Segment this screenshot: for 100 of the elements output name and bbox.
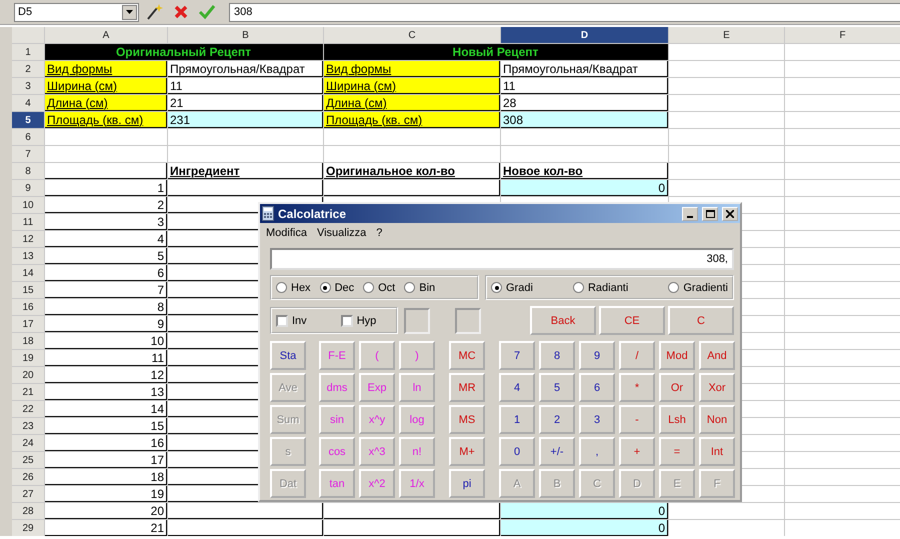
calculator-key[interactable]: 0 bbox=[499, 437, 535, 466]
calculator-key[interactable]: 7 bbox=[499, 341, 535, 370]
calculator-key[interactable]: And bbox=[699, 341, 735, 370]
row-header[interactable]: 20 bbox=[12, 367, 44, 383]
radio-icon[interactable] bbox=[320, 282, 331, 293]
checkbox-option[interactable]: Inv bbox=[276, 314, 307, 326]
checkmark-icon[interactable] bbox=[197, 3, 217, 21]
row-header[interactable]: 9 bbox=[12, 180, 44, 196]
calculator-key[interactable]: 2 bbox=[539, 405, 575, 434]
maximize-icon bbox=[706, 210, 714, 218]
radio-option[interactable]: Radianti bbox=[572, 282, 628, 294]
row-header[interactable]: 19 bbox=[12, 350, 44, 366]
calculator-key[interactable]: , bbox=[579, 437, 615, 466]
calculator-key[interactable]: MS bbox=[449, 405, 485, 434]
row-header[interactable]: 12 bbox=[12, 231, 44, 247]
calculator-key[interactable]: 1 bbox=[499, 405, 535, 434]
row-header[interactable]: 29 bbox=[12, 520, 44, 536]
row-header[interactable]: 18 bbox=[12, 333, 44, 349]
calculator-key[interactable]: pi bbox=[449, 469, 485, 498]
row-header[interactable]: 17 bbox=[12, 316, 44, 332]
minimize-button[interactable] bbox=[682, 206, 698, 220]
row-header[interactable]: 14 bbox=[12, 265, 44, 281]
calculator-key[interactable]: CE bbox=[599, 306, 665, 335]
name-box[interactable]: D5 bbox=[14, 2, 139, 22]
row-header[interactable]: 23 bbox=[12, 418, 44, 434]
calculator-key[interactable]: Non bbox=[699, 405, 735, 434]
row-header[interactable]: 24 bbox=[12, 435, 44, 451]
row-header[interactable]: 5 bbox=[12, 112, 44, 128]
calculator-key[interactable]: / bbox=[619, 341, 655, 370]
calculator-key[interactable]: Lsh bbox=[659, 405, 695, 434]
row-header[interactable]: 27 bbox=[12, 486, 44, 502]
row-header[interactable]: 28 bbox=[12, 503, 44, 519]
column-header[interactable]: B bbox=[168, 27, 323, 43]
calculator-key[interactable]: 9 bbox=[579, 341, 615, 370]
radio-option[interactable]: Dec bbox=[320, 282, 354, 294]
radio-icon[interactable] bbox=[276, 282, 287, 293]
calculator-key[interactable]: C bbox=[668, 306, 734, 335]
column-header[interactable]: E bbox=[669, 27, 784, 43]
calculator-key[interactable]: Mod bbox=[659, 341, 695, 370]
row-header[interactable]: 11 bbox=[12, 214, 44, 230]
calculator-key[interactable]: + bbox=[619, 437, 655, 466]
column-header[interactable]: D bbox=[501, 27, 668, 43]
calculator-key[interactable]: 8 bbox=[539, 341, 575, 370]
menu-item[interactable]: Modifica bbox=[266, 227, 307, 241]
radio-option[interactable]: Hex bbox=[276, 282, 311, 294]
column-header[interactable]: F bbox=[785, 27, 900, 43]
row-header[interactable]: 8 bbox=[12, 163, 44, 179]
radio-icon[interactable] bbox=[363, 282, 374, 293]
row-header[interactable]: 3 bbox=[12, 78, 44, 94]
row-header[interactable]: 4 bbox=[12, 95, 44, 111]
table-cell: 15 bbox=[45, 418, 167, 434]
formula-input[interactable]: 308 bbox=[229, 2, 900, 22]
radio-option[interactable]: Oct bbox=[363, 282, 396, 294]
calculator-key[interactable]: 5 bbox=[539, 373, 575, 402]
calculator-key[interactable]: 6 bbox=[579, 373, 615, 402]
radio-option[interactable]: Bin bbox=[404, 282, 436, 294]
row-header[interactable]: 13 bbox=[12, 248, 44, 264]
calculator-key[interactable]: Int bbox=[699, 437, 735, 466]
calculator-key[interactable]: Xor bbox=[699, 373, 735, 402]
row-header[interactable]: 21 bbox=[12, 384, 44, 400]
checkbox-option[interactable]: Hyp bbox=[340, 314, 376, 326]
maximize-button[interactable] bbox=[702, 206, 718, 220]
column-header[interactable]: C bbox=[324, 27, 500, 43]
row-header[interactable]: 1 bbox=[12, 44, 44, 60]
radio-option[interactable]: Gradienti bbox=[668, 282, 728, 294]
row-header[interactable]: 2 bbox=[12, 61, 44, 77]
radio-icon[interactable] bbox=[668, 282, 680, 293]
calculator-key[interactable]: Sta bbox=[270, 341, 306, 370]
calculator-key[interactable]: Back bbox=[530, 306, 596, 335]
row-header[interactable]: 7 bbox=[12, 146, 44, 162]
wand-icon[interactable] bbox=[145, 3, 165, 21]
calculator-key[interactable]: 4 bbox=[499, 373, 535, 402]
column-header[interactable]: A bbox=[45, 27, 167, 43]
checkbox[interactable] bbox=[276, 314, 288, 326]
calculator-key[interactable]: M+ bbox=[449, 437, 485, 466]
row-header[interactable]: 15 bbox=[12, 282, 44, 298]
row-header[interactable]: 25 bbox=[12, 452, 44, 468]
calculator-key[interactable]: MR bbox=[449, 373, 485, 402]
label-cell: Вид формы bbox=[45, 61, 167, 77]
menu-item[interactable]: ? bbox=[376, 227, 382, 241]
calculator-key[interactable]: +/- bbox=[539, 437, 575, 466]
calculator-key[interactable]: - bbox=[619, 405, 655, 434]
calculator-key[interactable]: Or bbox=[659, 373, 695, 402]
radio-option[interactable]: Gradi bbox=[491, 282, 533, 294]
dropdown-button[interactable] bbox=[122, 4, 137, 20]
row-header[interactable]: 22 bbox=[12, 401, 44, 417]
calculator-key[interactable]: MC bbox=[449, 341, 485, 370]
row-header[interactable]: 6 bbox=[12, 129, 44, 145]
menu-item[interactable]: Visualizza bbox=[316, 227, 366, 241]
calculator-key[interactable]: = bbox=[659, 437, 695, 466]
row-header[interactable]: 16 bbox=[12, 299, 44, 315]
row-header[interactable]: 26 bbox=[12, 469, 44, 485]
radio-icon[interactable] bbox=[491, 282, 502, 293]
calculator-key[interactable]: * bbox=[619, 373, 655, 402]
close-button[interactable] bbox=[722, 206, 738, 220]
checkbox[interactable] bbox=[340, 314, 353, 326]
radio-icon[interactable] bbox=[404, 282, 416, 293]
calculator-key[interactable]: 3 bbox=[579, 405, 615, 434]
radio-icon[interactable] bbox=[572, 282, 584, 293]
row-header[interactable]: 10 bbox=[12, 197, 44, 213]
